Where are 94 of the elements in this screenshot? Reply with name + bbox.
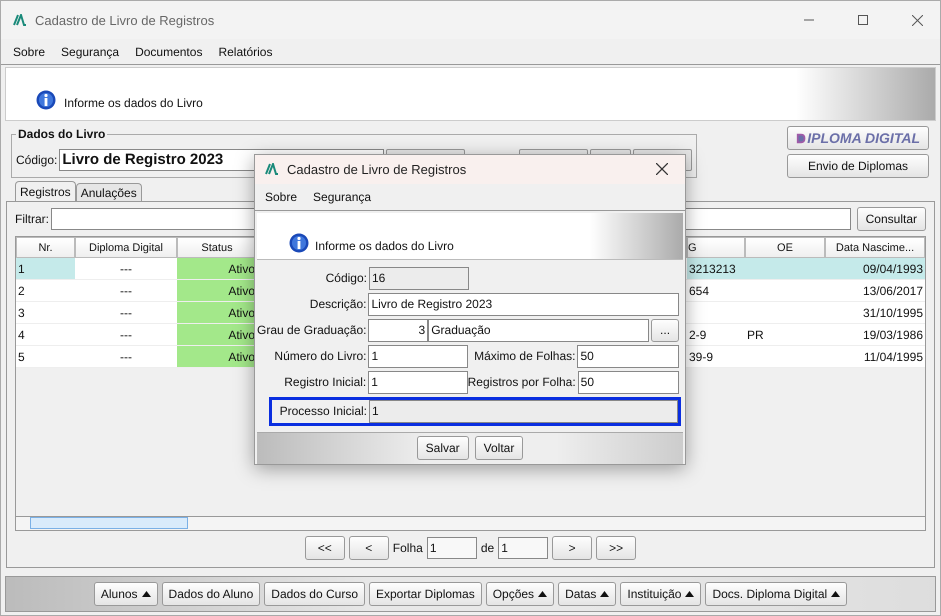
field-label: Número do Livro: (273, 349, 368, 364)
table-cell: 1 (16, 258, 75, 280)
table-cell: 11/04/1995 (825, 346, 925, 368)
first-page-button[interactable]: << (304, 536, 345, 560)
dialog-button[interactable]: Salvar (416, 436, 469, 460)
table-cell: 3 (16, 302, 75, 324)
app-logo-icon (265, 163, 279, 176)
input-field[interactable]: 3 (368, 318, 428, 342)
column-header[interactable]: Data Nascime... (825, 237, 925, 258)
page-field[interactable]: 1 (426, 537, 477, 560)
input-field[interactable]: 16 (369, 266, 469, 290)
banner-message: Informe os dados do Livro (64, 96, 203, 110)
toolbar-button[interactable]: Alunos (94, 582, 158, 606)
toolbar-button[interactable]: Dados do Curso (264, 582, 365, 606)
table-cell: --- (75, 324, 177, 346)
toolbar-button[interactable]: Dados do Aluno (162, 582, 260, 606)
table-cell: 31/10/1995 (825, 302, 925, 324)
next-page-button[interactable]: > (552, 536, 592, 560)
field-label: Registros por Folha: (468, 375, 577, 390)
menu-item[interactable]: Sobre (13, 44, 46, 58)
table-cell: Ativo (177, 258, 257, 280)
toolbar-button[interactable]: Opções (486, 582, 554, 606)
table-cell: Ativo (177, 346, 257, 368)
diploma-digital-logo-button[interactable]: IPLOMA DIGITAL (787, 126, 929, 150)
table-cell: 5 (16, 346, 75, 368)
column-header[interactable]: Status (177, 237, 257, 258)
table-cell: PR (745, 324, 825, 346)
total-pages-field[interactable]: 1 (498, 537, 548, 560)
input-field[interactable]: Livro de Registro 2023 (368, 292, 679, 316)
table-cell: 2-9 (687, 324, 745, 346)
info-icon (36, 90, 56, 110)
toolbar-button[interactable]: Docs. Diploma Digital (705, 582, 848, 606)
minimize-icon[interactable] (804, 19, 814, 21)
browse-button[interactable]: ... (651, 318, 679, 342)
field-label: Grau de Graduação: (257, 323, 368, 338)
app-logo-icon (13, 14, 27, 26)
toolbar-button[interactable]: Datas (558, 582, 616, 606)
table-cell: Ativo (177, 324, 257, 346)
input-field[interactable]: 1 (368, 344, 468, 368)
input-field[interactable]: 50 (578, 370, 679, 394)
menu-item[interactable]: Sobre (265, 190, 298, 204)
menu-item[interactable]: Segurança (313, 190, 372, 204)
table-cell: --- (75, 258, 177, 280)
field-label: Registro Inicial: (283, 375, 368, 390)
field-label: Processo Inicial: (278, 404, 368, 418)
field-label: Descrição: (308, 297, 368, 312)
close-icon[interactable] (656, 163, 668, 176)
field-label: Máximo de Folhas: (473, 349, 576, 364)
table-cell: 4 (16, 324, 75, 346)
banner-message: Informe os dados do Livro (315, 238, 454, 253)
table-cell: 654 (687, 280, 745, 302)
field-label: Código: (324, 271, 368, 286)
table-cell: --- (75, 280, 177, 302)
window-title: Cadastro de Livro de Registros (35, 12, 216, 28)
column-header[interactable]: Diploma Digital (75, 237, 177, 258)
close-icon[interactable] (912, 14, 922, 26)
maximize-icon[interactable] (858, 15, 868, 25)
menu-item[interactable]: Relatórios (218, 44, 272, 58)
table-cell: 19/03/1986 (825, 324, 925, 346)
input-field[interactable]: Graduação (428, 318, 650, 342)
tab[interactable]: Registros (15, 181, 76, 201)
d-logo-icon (796, 132, 806, 144)
last-page-button[interactable]: >> (596, 536, 636, 560)
toolbar-button[interactable]: Instituição (620, 582, 702, 606)
group-title: Dados do Livro (16, 127, 108, 141)
input-field[interactable]: 50 (577, 344, 679, 368)
table-cell: Ativo (177, 302, 257, 324)
horizontal-scrollbar[interactable] (16, 516, 925, 530)
table-cell: --- (75, 302, 177, 324)
of-label: de (480, 541, 494, 556)
menu-item[interactable]: Segurança (61, 44, 120, 58)
column-header[interactable]: OE (745, 237, 825, 258)
input-field[interactable]: 1 (368, 370, 468, 394)
dialog-button[interactable]: Voltar (474, 436, 524, 460)
column-header[interactable]: G (687, 237, 745, 258)
code-label: Código: (16, 153, 58, 167)
previous-page-button[interactable]: < (348, 536, 389, 560)
table-cell: 13/06/2017 (825, 280, 925, 302)
table-cell: Ativo (177, 280, 257, 302)
table-cell: 3213213 (687, 258, 745, 280)
table-cell: --- (75, 346, 177, 368)
column-header[interactable]: Nr. (16, 237, 75, 258)
info-icon (289, 232, 309, 253)
table-cell: 09/04/1993 (825, 258, 925, 280)
toolbar-button[interactable]: Exportar Diplomas (369, 582, 482, 606)
send-diplomas-button[interactable]: Envio de Diplomas (787, 154, 929, 178)
input-field[interactable]: 1 (369, 400, 678, 423)
menu-item[interactable]: Documentos (135, 44, 202, 58)
page-label: Folha (392, 541, 423, 556)
tab[interactable]: Anulações (76, 183, 142, 201)
search-button[interactable]: Consultar (856, 207, 926, 231)
table-cell: 39-9 (687, 346, 745, 368)
filter-label: Filtrar: (15, 212, 49, 226)
table-cell: 2 (16, 280, 75, 302)
